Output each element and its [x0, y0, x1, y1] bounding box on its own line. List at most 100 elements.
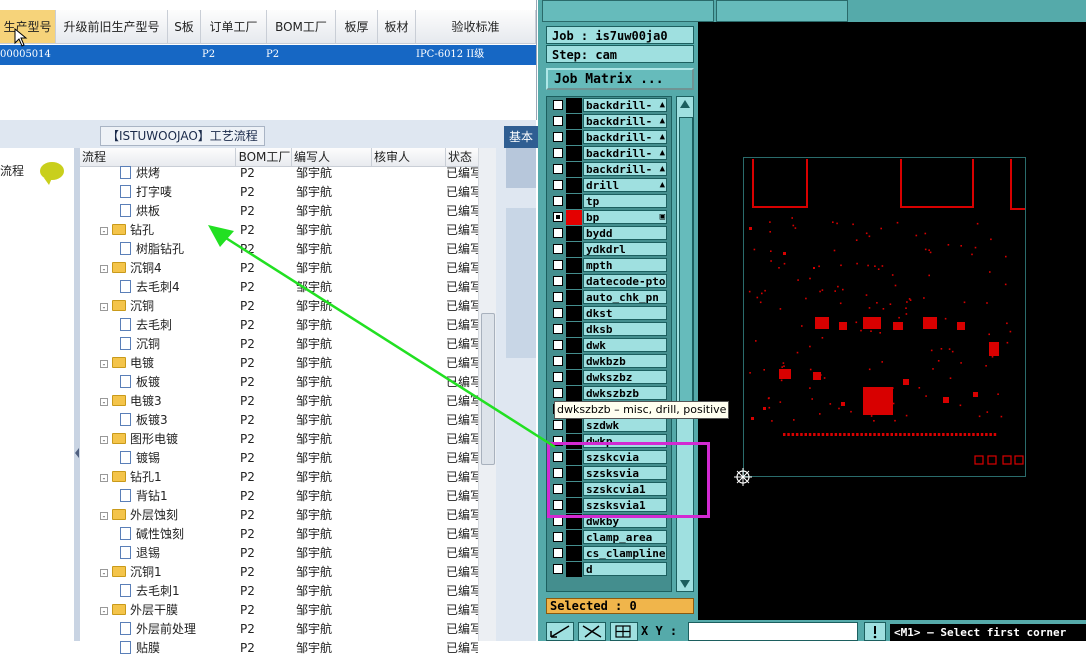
layer-color-swatch[interactable] — [566, 530, 582, 545]
layer-name[interactable]: cs_clampline — [583, 546, 667, 560]
tree-row[interactable]: 去毛刺1 P2 邹宇航 已编写 — [80, 582, 478, 601]
layer-name[interactable]: ydkdrl — [583, 242, 667, 256]
measure-tool-button[interactable] — [578, 622, 606, 641]
layer-color-swatch[interactable] — [566, 370, 582, 385]
layer-row[interactable]: auto_chk_pn — [548, 290, 668, 305]
layer-name[interactable]: backdrill- ▲ — [583, 162, 667, 176]
layer-row[interactable]: dksb — [548, 322, 668, 337]
tree-row[interactable]: 背钻1 P2 邹宇航 已编写 — [80, 487, 478, 506]
tree-row[interactable]: - 钻孔1 P2 邹宇航 已编写 — [80, 468, 478, 487]
layer-row[interactable]: drill ▲ — [548, 178, 668, 193]
layer-checkbox[interactable] — [553, 148, 563, 158]
tree-row[interactable]: 退锡 P2 邹宇航 已编写 — [80, 544, 478, 563]
tree-node[interactable]: 外层前处理 — [120, 620, 250, 639]
table-row[interactable]: 00005014 P2 P2 IPC-6012 II级 — [0, 45, 536, 65]
scroll-down-icon[interactable] — [680, 580, 690, 588]
layer-color-swatch[interactable] — [566, 322, 582, 337]
grid-header-bom-factory[interactable]: BOM工厂 — [267, 10, 336, 44]
layer-row[interactable]: clamp_area — [548, 530, 668, 545]
chat-bubble-icon[interactable] — [40, 162, 64, 185]
layer-name[interactable]: d — [583, 562, 667, 576]
layer-color-swatch[interactable] — [566, 194, 582, 209]
toolbar-button[interactable] — [716, 0, 848, 22]
layer-row[interactable]: dwkszbz — [548, 370, 668, 385]
layer-color-swatch[interactable] — [566, 114, 582, 129]
layer-checkbox[interactable] — [553, 164, 563, 174]
tree-node[interactable]: 打字唛 — [120, 183, 250, 202]
tree-node[interactable]: 背钻1 — [120, 487, 250, 506]
tree-row[interactable]: 烘烤 P2 邹宇航 已编写 — [80, 164, 478, 183]
tree-node[interactable]: 烘烤 — [120, 164, 250, 183]
layer-checkbox[interactable] — [553, 548, 563, 558]
layer-name[interactable]: auto_chk_pn — [583, 290, 667, 304]
layer-checkbox[interactable] — [553, 180, 563, 190]
layer-name[interactable]: dksb — [583, 322, 667, 336]
layer-name[interactable]: backdrill- ▲ — [583, 114, 667, 128]
tree-node[interactable]: - 钻孔1 — [100, 468, 230, 487]
layer-color-swatch[interactable] — [566, 386, 582, 401]
layer-name[interactable]: backdrill- ▲ — [583, 130, 667, 144]
grid-header-thickness[interactable]: 板厚 — [336, 10, 378, 44]
layer-name[interactable]: bp ▣ — [583, 210, 667, 224]
tree-node[interactable]: 碱性蚀刻 — [120, 525, 250, 544]
tree-row[interactable]: 贴膜 P2 邹宇航 已编写 — [80, 639, 478, 658]
tree-node[interactable]: 贴膜 — [120, 639, 250, 658]
layer-color-swatch[interactable] — [566, 210, 582, 225]
layer-row[interactable]: backdrill- ▲ — [548, 98, 668, 113]
layer-row[interactable]: backdrill- ▲ — [548, 114, 668, 129]
toolbar-button[interactable] — [542, 0, 714, 22]
layer-name[interactable]: dwkszbzb — [583, 386, 667, 400]
tree-node[interactable]: 去毛刺1 — [120, 582, 250, 601]
layer-row[interactable]: d — [548, 562, 668, 577]
layer-color-swatch[interactable] — [566, 338, 582, 353]
layer-color-swatch[interactable] — [566, 178, 582, 193]
layer-row[interactable]: backdrill- ▲ — [548, 130, 668, 145]
layer-row[interactable]: ydkdrl — [548, 242, 668, 257]
collapse-icon[interactable]: - — [100, 265, 108, 274]
tree-node[interactable]: - 外层干膜 — [100, 601, 230, 620]
splitter-grip-icon[interactable] — [75, 448, 79, 458]
layer-row[interactable]: bp ▣ — [548, 210, 668, 225]
layer-name[interactable]: dwk — [583, 338, 667, 352]
layer-name[interactable]: backdrill- ▲ — [583, 146, 667, 160]
collapse-icon[interactable]: - — [100, 303, 108, 312]
layer-row[interactable]: backdrill- ▲ — [548, 162, 668, 177]
layer-checkbox[interactable] — [553, 564, 563, 574]
layer-checkbox[interactable] — [553, 132, 563, 142]
layer-name[interactable]: dwkszbz — [583, 370, 667, 384]
layer-row[interactable]: dwkszbzb — [548, 386, 668, 401]
collapse-icon[interactable]: - — [100, 474, 108, 483]
tree-row[interactable]: 碱性蚀刻 P2 邹宇航 已编写 — [80, 525, 478, 544]
layer-scroll-thumb[interactable] — [679, 117, 693, 419]
layer-color-swatch[interactable] — [566, 162, 582, 177]
tree-node[interactable]: - 沉铜1 — [100, 563, 230, 582]
zoom-fit-button[interactable] — [546, 622, 574, 641]
layer-name[interactable]: datecode-pto — [583, 274, 667, 288]
layer-row[interactable]: dkst — [548, 306, 668, 321]
layer-name[interactable]: dkst — [583, 306, 667, 320]
layer-color-swatch[interactable] — [566, 226, 582, 241]
layer-row[interactable]: mpth — [548, 258, 668, 273]
tree-row[interactable]: - 外层干膜 P2 邹宇航 已编写 — [80, 601, 478, 620]
layer-row[interactable]: cs_clampline — [548, 546, 668, 561]
layer-color-swatch[interactable] — [566, 546, 582, 561]
grid-header-old-model[interactable]: 升级前旧生产型号 — [56, 10, 168, 44]
collapse-icon[interactable]: - — [100, 569, 108, 578]
collapse-icon[interactable]: - — [100, 512, 108, 521]
layer-color-swatch[interactable] — [566, 98, 582, 113]
layer-name[interactable]: tp — [583, 194, 667, 208]
layer-color-swatch[interactable] — [566, 562, 582, 577]
tree-row[interactable]: 打字唛 P2 邹宇航 已编写 — [80, 183, 478, 202]
layer-name[interactable]: szdwk — [583, 418, 667, 432]
layer-checkbox[interactable] — [553, 100, 563, 110]
collapse-icon[interactable]: - — [100, 607, 108, 616]
scroll-up-icon[interactable] — [680, 100, 690, 108]
collapse-icon[interactable]: - — [100, 436, 108, 445]
alert-button[interactable] — [864, 622, 886, 641]
layer-row[interactable]: tp — [548, 194, 668, 209]
layer-name[interactable]: bydd — [583, 226, 667, 240]
layer-name[interactable]: mpth — [583, 258, 667, 272]
layer-row[interactable]: szdwk — [548, 418, 668, 433]
grid-header-order-factory[interactable]: 订单工厂 — [201, 10, 267, 44]
layer-row[interactable]: bydd — [548, 226, 668, 241]
